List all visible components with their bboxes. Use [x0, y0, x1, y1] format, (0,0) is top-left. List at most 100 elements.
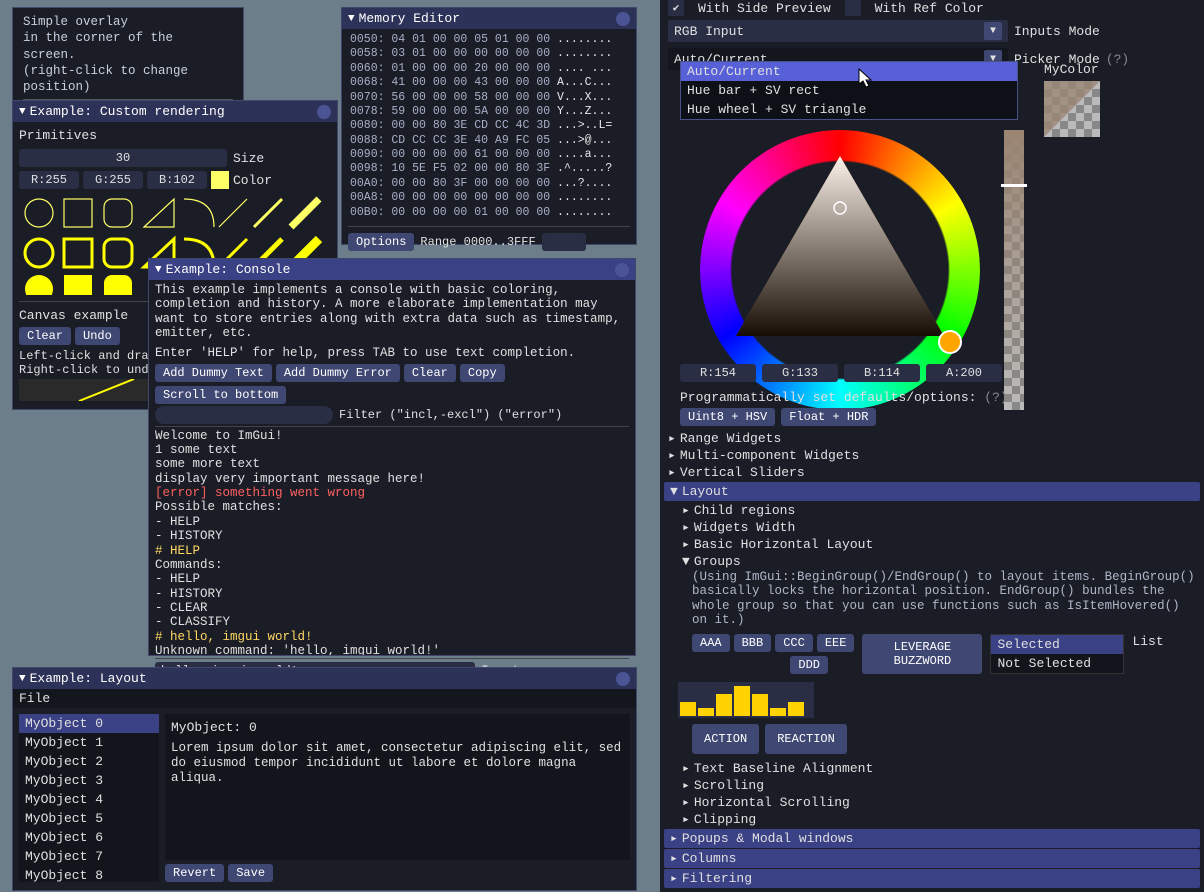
object-list-item[interactable]: MyObject 4 [19, 790, 159, 809]
tree-widgets-width[interactable]: ▸Widgets Width [678, 519, 1200, 536]
leverage-button[interactable]: LEVERAGE BUZZWORD [862, 634, 982, 674]
custom-rendering-titlebar[interactable]: ▼ Example: Custom rendering [13, 101, 337, 122]
add-dummy-error-button[interactable]: Add Dummy Error [276, 364, 400, 382]
tree-horizontal-scrolling[interactable]: ▸Horizontal Scrolling [678, 794, 1200, 811]
b-drag[interactable]: B:102 [147, 171, 207, 189]
list-item-selected[interactable]: Selected [991, 635, 1123, 654]
tree-clipping[interactable]: ▸Clipping [678, 811, 1200, 828]
r-value[interactable]: R:154 [680, 364, 756, 382]
memory-row[interactable]: 0058: 03 01 00 00 00 00 00 00 ........ [350, 47, 628, 61]
console-clear-button[interactable]: Clear [404, 364, 456, 382]
object-list-item[interactable]: MyObject 3 [19, 771, 159, 790]
ref-color-checkbox[interactable] [845, 0, 861, 16]
tree-groups[interactable]: ▼Groups [678, 553, 1200, 570]
ccc-button[interactable]: CCC [775, 634, 813, 652]
object-list-item[interactable]: MyObject 0 [19, 714, 159, 733]
reaction-button[interactable]: REACTION [765, 724, 847, 754]
console-title: Example: Console [166, 262, 291, 277]
clear-button[interactable]: Clear [19, 327, 71, 345]
memory-row[interactable]: 00A8: 00 00 00 00 00 00 00 00 ........ [350, 191, 628, 205]
revert-button[interactable]: Revert [165, 864, 224, 882]
memory-goto-input[interactable] [542, 233, 586, 251]
list-item-not-selected[interactable]: Not Selected [991, 654, 1123, 673]
side-preview-checkbox[interactable]: ✔ [668, 0, 684, 16]
section-layout[interactable]: ▼Layout [664, 482, 1200, 501]
memory-row[interactable]: 00B0: 00 00 00 00 01 00 00 00 ........ [350, 206, 628, 220]
ddd-button[interactable]: DDD [790, 656, 828, 674]
console-desc: This example implements a console with b… [155, 280, 629, 344]
g-drag[interactable]: G:255 [83, 171, 143, 189]
collapse-button[interactable] [615, 263, 629, 277]
collapse-button[interactable] [616, 12, 630, 26]
scroll-to-bottom-button[interactable]: Scroll to bottom [155, 386, 286, 404]
options-button[interactable]: Options [348, 233, 414, 251]
console-line: Commands: [155, 558, 629, 572]
memory-row[interactable]: 0098: 10 5E F5 02 00 00 80 3F .^.....? [350, 162, 628, 176]
uint8-hsv-button[interactable]: Uint8 + HSV [680, 408, 775, 426]
memory-row[interactable]: 0090: 00 00 00 00 61 00 00 00 ....a... [350, 148, 628, 162]
chevron-down-icon: ▼ [984, 22, 1002, 40]
console-line: [error] something went wrong [155, 486, 629, 500]
object-list-item[interactable]: MyObject 5 [19, 809, 159, 828]
dropdown-option-huebar[interactable]: Hue bar + SV rect [681, 81, 1017, 100]
console-line: some more text [155, 457, 629, 471]
color-swatch[interactable] [211, 171, 229, 189]
collapse-button[interactable] [317, 105, 331, 119]
tree-multi-component[interactable]: ▸Multi-component Widgets [664, 447, 1200, 464]
add-dummy-text-button[interactable]: Add Dummy Text [155, 364, 272, 382]
size-drag[interactable]: 30 [19, 149, 227, 167]
memory-row[interactable]: 0068: 41 00 00 00 43 00 00 00 A...C... [350, 76, 628, 90]
tree-vertical-sliders[interactable]: ▸Vertical Sliders [664, 464, 1200, 481]
memory-editor-titlebar[interactable]: ▼ Memory Editor [342, 8, 636, 29]
aaa-button[interactable]: AAA [692, 634, 730, 652]
section-filtering[interactable]: ▸Filtering [664, 869, 1200, 888]
alpha-bar[interactable] [1004, 130, 1024, 410]
prog-defaults-help[interactable]: (?) [984, 390, 1007, 405]
g-value[interactable]: G:133 [762, 364, 838, 382]
collapse-arrow-icon: ▼ [348, 13, 355, 25]
object-list-item[interactable]: MyObject 8 [19, 866, 159, 882]
memory-row[interactable]: 00A0: 00 00 80 3F 00 00 00 00 ...?.... [350, 177, 628, 191]
a-value[interactable]: A:200 [926, 364, 1002, 382]
picker-mode-dropdown[interactable]: Auto/Current Hue bar + SV rect Hue wheel… [680, 61, 1018, 120]
console-titlebar[interactable]: ▼ Example: Console [149, 259, 635, 280]
memory-row[interactable]: 0078: 59 00 00 00 5A 00 00 00 Y...Z... [350, 105, 628, 119]
sv-triangle[interactable] [728, 150, 952, 374]
object-list-item[interactable]: MyObject 2 [19, 752, 159, 771]
tree-basic-horizontal[interactable]: ▸Basic Horizontal Layout [678, 536, 1200, 553]
object-list-item[interactable]: MyObject 6 [19, 828, 159, 847]
layout-example-titlebar[interactable]: ▼ Example: Layout [13, 668, 636, 689]
tree-text-baseline[interactable]: ▸Text Baseline Alignment [678, 760, 1200, 777]
collapse-button[interactable] [616, 672, 630, 686]
undo-button[interactable]: Undo [75, 327, 120, 345]
hue-cursor[interactable] [938, 330, 962, 354]
console-log[interactable]: Welcome to ImGui!1 some textsome more te… [155, 429, 629, 655]
b-value[interactable]: B:114 [844, 364, 920, 382]
memory-row[interactable]: 0070: 56 00 00 00 58 00 00 00 V...X... [350, 91, 628, 105]
memory-row[interactable]: 0080: 00 00 80 3E CD CC 4C 3D ...>..L= [350, 119, 628, 133]
tree-scrolling[interactable]: ▸Scrolling [678, 777, 1200, 794]
memory-row[interactable]: 0088: CD CC CC 3E 40 A9 FC 05 ...>@... [350, 134, 628, 148]
tree-range-widgets[interactable]: ▸Range Widgets [664, 430, 1200, 447]
tree-child-regions[interactable]: ▸Child regions [678, 502, 1200, 519]
save-button[interactable]: Save [228, 864, 273, 882]
object-list-item[interactable]: MyObject 1 [19, 733, 159, 752]
section-popups[interactable]: ▸Popups & Modal windows [664, 829, 1200, 848]
r-drag[interactable]: R:255 [19, 171, 79, 189]
memory-row[interactable]: 0050: 04 01 00 00 05 01 00 00 ........ [350, 33, 628, 47]
bbb-button[interactable]: BBB [734, 634, 772, 652]
console-copy-button[interactable]: Copy [460, 364, 505, 382]
action-button[interactable]: ACTION [692, 724, 759, 754]
dropdown-option-huewheel[interactable]: Hue wheel + SV triangle [681, 100, 1017, 119]
object-list-item[interactable]: MyObject 7 [19, 847, 159, 866]
object-list[interactable]: MyObject 0MyObject 1MyObject 2MyObject 3… [19, 714, 159, 882]
filter-input[interactable] [155, 406, 333, 424]
inputs-mode-combo[interactable]: RGB Input ▼ [668, 20, 1008, 42]
section-columns[interactable]: ▸Columns [664, 849, 1200, 868]
eee-button[interactable]: EEE [817, 634, 855, 652]
menu-file[interactable]: File [19, 691, 50, 706]
dropdown-option-auto[interactable]: Auto/Current [681, 62, 1017, 81]
memory-row[interactable]: 0060: 01 00 00 00 20 00 00 00 .... ... [350, 62, 628, 76]
float-hdr-button[interactable]: Float + HDR [781, 408, 876, 426]
mycolor-swatch[interactable] [1044, 81, 1100, 137]
